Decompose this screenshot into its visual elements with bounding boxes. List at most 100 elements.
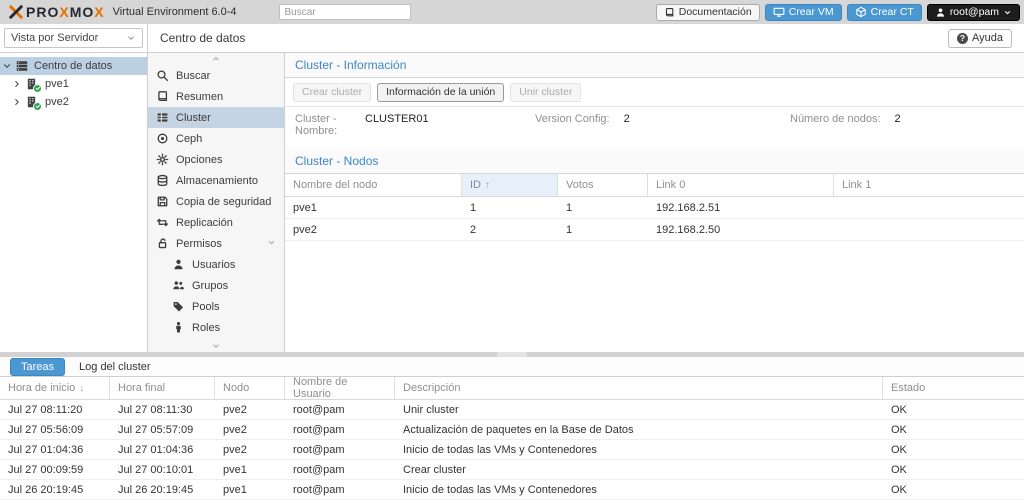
panel-splitter[interactable]	[0, 352, 1024, 357]
cluster-name-label: Cluster - Nombre:	[295, 113, 357, 149]
tag-icon	[172, 300, 185, 313]
create-vm-button[interactable]: Crear VM	[765, 4, 842, 21]
menu-item-roles[interactable]: Roles	[148, 317, 284, 338]
ceph-icon	[156, 132, 169, 145]
cluster-info-heading: Cluster - Información	[285, 53, 1024, 78]
column-header[interactable]: Link 0	[648, 174, 834, 196]
grid-icon	[156, 111, 169, 124]
expander-icon	[12, 79, 22, 89]
log-tabbar: Tareas Log del cluster	[0, 357, 1024, 377]
menu-item-pools[interactable]: Pools	[148, 296, 284, 317]
node-row[interactable]: pve221192.168.2.50	[285, 219, 1024, 241]
menu-item-opciones[interactable]: Opciones	[148, 149, 284, 170]
cluster-toolbar: Crear cluster Información de la unión Un…	[285, 78, 1024, 107]
user-menu-button[interactable]: root@pam	[927, 4, 1020, 21]
menu-item-usuarios[interactable]: Usuarios	[148, 254, 284, 275]
cluster-nodes-heading: Cluster - Nodos	[285, 149, 1024, 174]
users-icon	[172, 279, 185, 292]
tab-cluster-log[interactable]: Log del cluster	[79, 361, 151, 373]
chevron-down-icon	[126, 33, 136, 43]
book-icon	[664, 7, 675, 18]
gear-icon	[156, 153, 169, 166]
tree-item-pve1[interactable]: pve1	[0, 75, 147, 93]
chevron-down-icon	[1003, 8, 1012, 17]
menu-item-ceph[interactable]: Ceph	[148, 128, 284, 149]
column-header[interactable]: Nombre de Usuario	[285, 377, 395, 399]
tree-item-pve2[interactable]: pve2	[0, 93, 147, 111]
column-header[interactable]: ID↑	[462, 174, 558, 196]
splitter-handle[interactable]	[497, 352, 527, 357]
version-subtitle: Virtual Environment 6.0-4	[113, 6, 237, 18]
column-header[interactable]: Hora final	[110, 377, 215, 399]
menu-item-copia-de-seguridad[interactable]: Copia de seguridad	[148, 191, 284, 212]
online-check-icon	[33, 102, 42, 111]
column-header[interactable]: Nodo	[215, 377, 285, 399]
task-row[interactable]: Jul 26 20:19:45Jul 26 20:19:45pve1root@p…	[0, 480, 1024, 500]
config-version-value: 2	[624, 113, 630, 149]
menu-item-grupos[interactable]: Grupos	[148, 275, 284, 296]
database-icon	[156, 174, 169, 187]
menu-item-resumen[interactable]: Resumen	[148, 86, 284, 107]
floppy-icon	[156, 195, 169, 208]
menu-scroll-down[interactable]	[148, 340, 284, 352]
book-icon	[156, 90, 169, 103]
config-version-label: Version Config:	[535, 113, 610, 149]
breadcrumb: Centro de datos	[160, 31, 245, 45]
join-information-button[interactable]: Información de la unión	[377, 83, 504, 102]
help-button[interactable]: ? Ayuda	[948, 29, 1012, 48]
user-icon	[935, 7, 946, 18]
node-count-value: 2	[895, 113, 901, 149]
cluster-info-fields: Cluster - Nombre: CLUSTER01 Version Conf…	[285, 107, 1024, 149]
search-input[interactable]	[279, 4, 411, 20]
menu-item-almacenamiento[interactable]: Almacenamiento	[148, 170, 284, 191]
column-header[interactable]: Nombre del nodo	[285, 174, 462, 196]
cube-icon	[855, 6, 867, 18]
proxmox-x-icon	[8, 5, 24, 19]
menu-item-cluster[interactable]: Cluster	[148, 107, 284, 128]
column-header[interactable]: Hora de inicio↓	[0, 377, 110, 399]
chevron-down-icon	[210, 341, 222, 351]
tasks-table-header: Hora de inicio↓Hora finalNodoNombre de U…	[0, 377, 1024, 400]
menu-item-replicaci-n[interactable]: Replicación	[148, 212, 284, 233]
user-icon	[172, 258, 185, 271]
online-check-icon	[33, 84, 42, 93]
task-row[interactable]: Jul 27 08:11:20Jul 27 08:11:30pve2root@p…	[0, 400, 1024, 420]
expander-icon	[2, 61, 12, 71]
tab-tasks[interactable]: Tareas	[10, 358, 65, 376]
join-cluster-button[interactable]: Unir cluster	[510, 83, 581, 102]
chevron-up-icon	[210, 54, 222, 64]
task-row[interactable]: Jul 27 00:09:59Jul 27 00:10:01pve1root@p…	[0, 460, 1024, 480]
column-header[interactable]: Votos	[558, 174, 648, 196]
unlock-icon	[156, 237, 169, 250]
collapse-icon	[267, 238, 276, 247]
menu-scroll-up[interactable]	[148, 53, 284, 65]
menu-item-buscar[interactable]: Buscar	[148, 65, 284, 86]
tree-item-label: pve1	[43, 78, 69, 90]
question-icon: ?	[957, 33, 968, 44]
task-row[interactable]: Jul 27 01:04:36Jul 27 01:04:36pve2root@p…	[0, 440, 1024, 460]
tree-item-datacenter[interactable]: Centro de datos	[0, 57, 147, 75]
create-cluster-button[interactable]: Crear cluster	[293, 83, 371, 102]
view-mode-select[interactable]: Vista por Servidor	[4, 28, 143, 48]
column-header[interactable]: Link 1	[834, 174, 1024, 196]
resource-tree: Centro de datos pve1 pve2	[0, 53, 148, 352]
nodes-table-body: pve111192.168.2.51pve221192.168.2.50	[285, 197, 1024, 241]
cluster-name-value: CLUSTER01	[365, 113, 429, 149]
datacenter-icon	[15, 59, 29, 73]
node-count-label: Número de nodos:	[790, 113, 881, 149]
config-menu: Buscar Resumen Cluster Ceph Opciones Alm…	[148, 53, 285, 352]
expander-icon	[12, 97, 22, 107]
male-icon	[172, 321, 185, 334]
brand-name: PROXMOX	[26, 4, 105, 20]
column-header[interactable]: Estado	[883, 377, 1024, 399]
create-ct-button[interactable]: Crear CT	[847, 4, 922, 21]
tree-item-label: Centro de datos	[32, 60, 112, 72]
menu-item-permisos[interactable]: Permisos	[148, 233, 284, 254]
monitor-icon	[773, 6, 785, 18]
node-icon	[25, 77, 40, 92]
column-header[interactable]: Descripción	[395, 377, 883, 399]
retweet-icon	[156, 216, 169, 229]
task-row[interactable]: Jul 27 05:56:09Jul 27 05:57:09pve2root@p…	[0, 420, 1024, 440]
documentation-button[interactable]: Documentación	[656, 4, 760, 21]
node-row[interactable]: pve111192.168.2.51	[285, 197, 1024, 219]
